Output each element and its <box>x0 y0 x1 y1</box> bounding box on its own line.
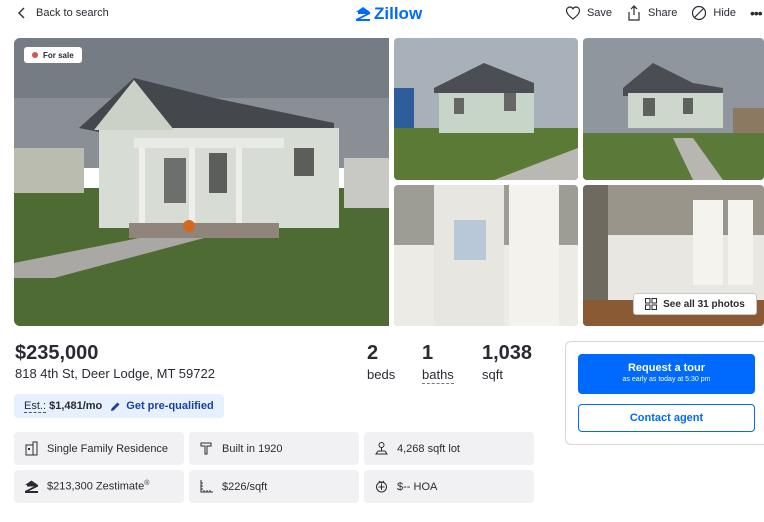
contact-card: Request a tour as early as today at 5:30… <box>565 341 764 445</box>
fact-home-type: Single Family Residence <box>14 432 184 465</box>
fact-lot-size: 4,268 sqft lot <box>364 432 534 465</box>
zestimate-mark: ® <box>144 480 150 488</box>
zestimate-value: $213,300 Zestimate <box>47 480 145 493</box>
more-options-button[interactable]: ••• <box>750 5 764 21</box>
zestimate-logo-icon <box>25 480 38 493</box>
logo-text: Zillow <box>374 4 423 23</box>
hide-icon <box>692 5 707 21</box>
house-exterior-image <box>14 38 389 326</box>
hoa-icon <box>376 480 387 493</box>
hide-button[interactable]: Hide <box>691 5 736 21</box>
listing-price: $235,000 <box>15 342 99 364</box>
hide-label: Hide <box>713 7 736 19</box>
beds-stat: 2 beds <box>367 342 395 382</box>
tour-title: Request a tour <box>627 362 705 374</box>
hoa-text: $-- HOA <box>397 480 438 493</box>
estimate-value: $1,481/mo <box>49 400 103 412</box>
listing-actions: Save Share Hide ••• <box>565 5 764 21</box>
sqft-value: 1,038 <box>482 342 533 364</box>
baths-value: 1 <box>422 342 434 364</box>
photo-thumbnail-3[interactable] <box>394 185 578 326</box>
home-type-text: Single Family Residence <box>47 442 169 455</box>
baths-stat[interactable]: 1 baths <box>422 342 454 384</box>
contact-agent-button[interactable]: Contact agent <box>578 404 755 432</box>
fact-zestimate: $213,300 Zestimate® <box>14 470 184 503</box>
chevron-left-icon <box>18 7 25 19</box>
share-label: Share <box>648 7 678 19</box>
pencil-icon <box>111 402 120 411</box>
year-built-text: Built in 1920 <box>222 442 283 455</box>
prequal-label: Get pre-qualified <box>126 400 214 412</box>
back-label: Back to search <box>36 7 109 19</box>
photo-thumbnail-1[interactable] <box>394 38 578 180</box>
interior-door-image <box>394 185 578 326</box>
hammer-icon <box>200 442 212 455</box>
sqft-label: sqft <box>482 367 503 382</box>
lot-icon <box>375 442 388 455</box>
get-prequalified-link[interactable]: Get pre-qualified <box>110 400 214 412</box>
request-tour-button[interactable]: Request a tour as early as today at 5:30… <box>578 354 755 394</box>
zillow-logo-icon <box>356 7 370 21</box>
zillow-logo[interactable]: Zillow <box>354 4 422 24</box>
top-bar: Back to search Zillow Save Share Hide ••… <box>0 0 764 30</box>
fact-year-built: Built in 1920 <box>189 432 359 465</box>
back-to-search-link[interactable]: Back to search <box>16 6 109 20</box>
badge-label: For sale <box>43 50 74 60</box>
save-button[interactable]: Save <box>565 5 612 21</box>
estimate-label: Est.: <box>24 400 47 413</box>
sqft-stat: 1,038 sqft <box>482 342 532 382</box>
fact-price-per-sqft: $226/sqft <box>189 470 359 503</box>
heart-icon <box>565 6 581 20</box>
save-label: Save <box>586 7 613 19</box>
see-all-photos-button[interactable]: See all 31 photos <box>633 293 757 315</box>
house-front-image <box>583 38 764 180</box>
monthly-estimate: Est.: $1,481/mo Get pre-qualified <box>14 394 224 418</box>
house-side-image <box>394 38 578 180</box>
grid-icon <box>645 298 658 310</box>
fact-hoa: $-- HOA <box>364 470 534 503</box>
price-per-sqft-text: $226/sqft <box>222 480 268 493</box>
baths-label: baths <box>422 367 454 384</box>
estimate-text[interactable]: Est.: $1,481/mo <box>24 400 103 413</box>
photo-thumbnail-2[interactable] <box>583 38 764 180</box>
see-all-label: See all 31 photos <box>663 298 745 310</box>
status-dot-icon <box>32 52 38 58</box>
listing-address: 818 4th St, Deer Lodge, MT 59722 <box>15 366 215 381</box>
building-icon <box>25 441 38 456</box>
share-icon <box>628 5 640 21</box>
for-sale-badge: For sale <box>24 47 82 63</box>
beds-label: beds <box>367 367 396 382</box>
beds-value: 2 <box>367 342 379 364</box>
lot-size-text: 4,268 sqft lot <box>397 442 460 455</box>
more-dots-icon: ••• <box>750 5 763 21</box>
tour-subtitle: as early as today at 5:30 pm <box>622 376 711 383</box>
main-photo[interactable] <box>14 38 389 326</box>
share-button[interactable]: Share <box>626 5 677 21</box>
zestimate-text: $213,300 Zestimate® <box>47 480 149 493</box>
ruler-icon <box>200 480 213 493</box>
